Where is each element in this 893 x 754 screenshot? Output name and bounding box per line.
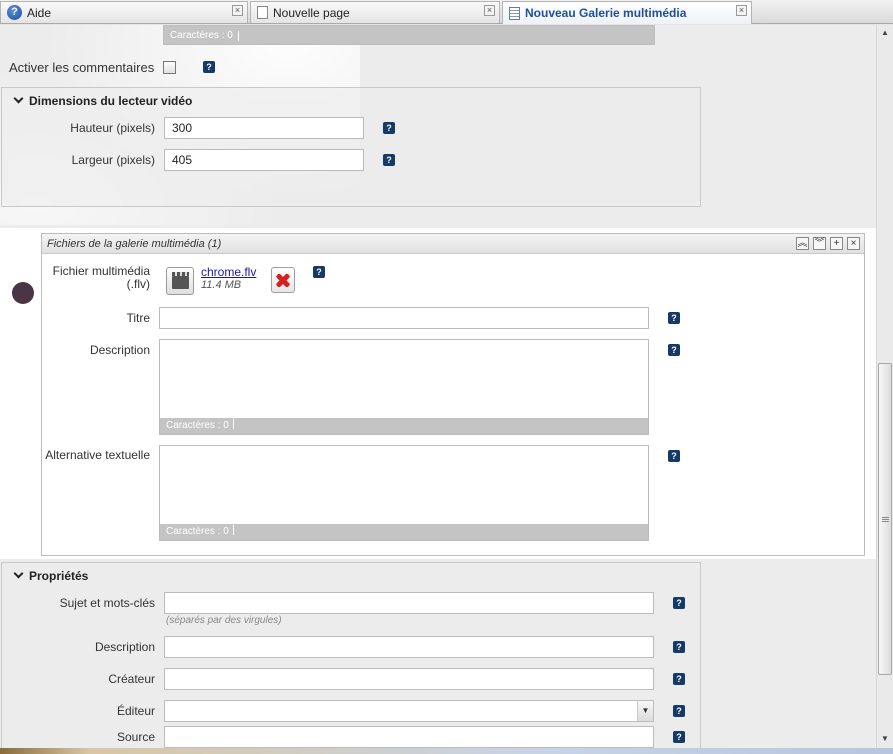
tab-aide[interactable]: ? Aide ×: [0, 1, 248, 23]
scroll-up-icon[interactable]: ▲: [877, 25, 893, 41]
video-dimensions-title[interactable]: Dimensions du lecteur vidéo: [14, 94, 192, 108]
help-icon[interactable]: ?: [383, 154, 395, 166]
properties-description-label: Description: [94, 640, 155, 654]
properties-title[interactable]: Propriétés: [14, 569, 88, 583]
editor-select[interactable]: ▼: [164, 700, 654, 722]
height-label: Hauteur (pixels): [70, 121, 155, 135]
counter-separator: [238, 31, 239, 41]
close-icon[interactable]: ×: [736, 5, 747, 16]
help-icon[interactable]: ?: [668, 450, 680, 462]
chevron-down-icon: [14, 570, 24, 580]
scroll-down-icon[interactable]: ▼: [877, 731, 893, 747]
page-icon: [257, 6, 268, 19]
section-title-text: Propriétés: [29, 569, 89, 583]
description-textarea[interactable]: Caractères : 0: [159, 339, 649, 435]
alt-text-textarea[interactable]: Caractères : 0: [159, 445, 649, 541]
comments-checkbox[interactable]: [163, 61, 176, 74]
close-icon[interactable]: ×: [484, 5, 495, 16]
char-counter: Caractères : 0: [170, 30, 233, 41]
scroll-thumb[interactable]: [878, 363, 892, 675]
tab-nouvelle-page[interactable]: Nouvelle page ×: [250, 1, 500, 23]
grip-icon: [882, 517, 889, 523]
document-icon: [509, 6, 520, 20]
close-icon[interactable]: ×: [232, 5, 243, 16]
section-title-text: Dimensions du lecteur vidéo: [29, 94, 193, 108]
file-name-link[interactable]: chrome.flv: [201, 265, 256, 279]
width-input[interactable]: 405: [164, 149, 364, 171]
help-icon: ?: [7, 5, 22, 20]
tab-nouveau-galerie[interactable]: Nouveau Galerie multimédia ×: [502, 1, 752, 24]
tab-label: Nouvelle page: [273, 5, 350, 20]
file-label: Fichier multimédia (.flv): [52, 264, 150, 291]
remove-button[interactable]: ×: [847, 237, 860, 250]
help-icon[interactable]: ?: [313, 266, 325, 278]
help-icon[interactable]: ?: [673, 641, 685, 653]
chevron-down-icon: [14, 95, 24, 105]
source-label: Source: [116, 730, 155, 744]
creator-label: Créateur: [108, 672, 155, 686]
gallery-panel-header: Fichiers de la galerie multimédia (1) ︽ …: [42, 234, 864, 254]
char-counter: Caractères : 0: [160, 418, 648, 434]
add-button[interactable]: +: [830, 237, 843, 250]
alt-text-label: Alternative textuelle: [45, 448, 150, 462]
char-counter: Caractères : 0: [160, 524, 648, 540]
description-label: Description: [89, 343, 150, 357]
editor-label: Éditeur: [116, 704, 155, 718]
gallery-panel-title: Fichiers de la galerie multimédia (1): [47, 238, 222, 250]
help-icon[interactable]: ?: [673, 731, 685, 743]
title-label: Titre: [126, 311, 150, 325]
desktop-background-strip: [0, 748, 893, 754]
subject-hint: (séparés par des virgules): [166, 615, 282, 626]
file-size: 11.4 MB: [201, 279, 242, 291]
delete-file-button[interactable]: [271, 267, 295, 293]
tab-label: Nouveau Galerie multimédia: [525, 6, 687, 20]
textarea-counter-bar: Caractères : 0: [163, 25, 655, 45]
height-input[interactable]: 300: [164, 117, 364, 139]
help-icon[interactable]: ?: [203, 61, 215, 73]
chevron-down-icon[interactable]: ▼: [637, 701, 653, 721]
help-icon[interactable]: ?: [668, 312, 680, 324]
video-file-icon: [166, 267, 194, 295]
creator-input[interactable]: [164, 668, 654, 690]
form-content: Caractères : 0 Activer les commentaires …: [0, 25, 876, 748]
help-icon[interactable]: ?: [673, 673, 685, 685]
drag-handle-bullet[interactable]: [12, 282, 34, 304]
move-down-button[interactable]: ︾: [813, 237, 826, 250]
vertical-scrollbar[interactable]: ▲ ▼: [876, 25, 893, 748]
help-icon[interactable]: ?: [673, 597, 685, 609]
help-icon[interactable]: ?: [383, 122, 395, 134]
subject-input[interactable]: [164, 592, 654, 614]
tab-bar: ? Aide × Nouvelle page × Nouveau Galerie…: [0, 0, 893, 24]
properties-description-input[interactable]: [164, 636, 654, 658]
subject-label: Sujet et mots-clés: [59, 596, 155, 610]
move-up-button[interactable]: ︽: [796, 237, 809, 250]
help-icon[interactable]: ?: [668, 344, 680, 356]
comments-label: Activer les commentaires: [9, 60, 155, 75]
title-input[interactable]: [159, 307, 649, 329]
width-label: Largeur (pixels): [71, 153, 155, 167]
tab-label: Aide: [27, 5, 52, 20]
source-input[interactable]: [164, 726, 654, 748]
help-icon[interactable]: ?: [673, 705, 685, 717]
